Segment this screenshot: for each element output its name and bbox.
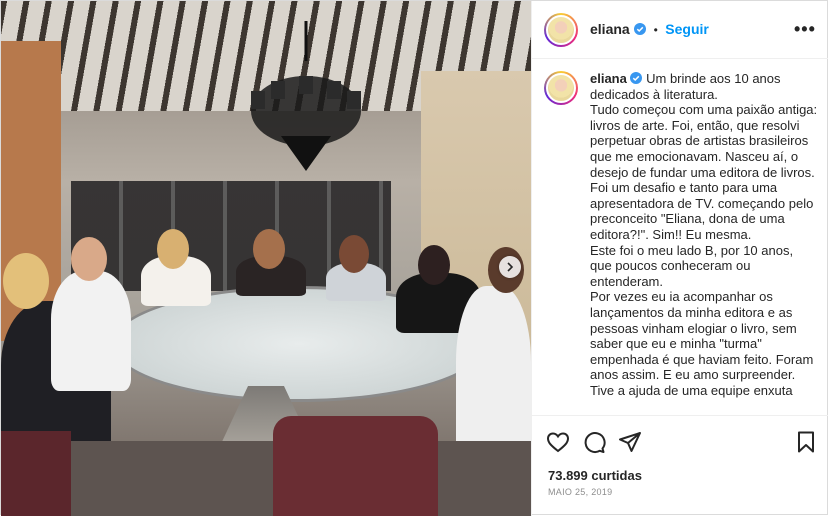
- caption-text: eliana Um brinde aos 10 anos dedicados à…: [590, 71, 818, 398]
- caption-username[interactable]: eliana: [590, 71, 627, 86]
- username-link[interactable]: eliana: [590, 21, 630, 37]
- avatar[interactable]: [544, 71, 578, 105]
- caption-area[interactable]: eliana Um brinde aos 10 anos dedicados à…: [532, 59, 828, 415]
- like-count[interactable]: 73.899 curtidas: [548, 468, 642, 483]
- heart-icon[interactable]: [546, 430, 570, 454]
- person-head: [71, 237, 107, 281]
- verified-badge-icon: [634, 23, 647, 35]
- caption-paragraph: Tudo começou com uma paixão antiga: livr…: [590, 102, 818, 180]
- floor: [1, 441, 531, 516]
- instagram-post: eliana • Seguir ••• eliana Um brinde aos…: [0, 0, 828, 516]
- person-head: [418, 245, 450, 285]
- chandelier: [251, 21, 361, 171]
- post-header: eliana • Seguir •••: [532, 1, 828, 59]
- share-icon[interactable]: [618, 430, 642, 454]
- person-head: [157, 229, 189, 269]
- chair: [1, 431, 71, 516]
- carousel-next-button[interactable]: [499, 256, 521, 278]
- caption-paragraph: Foi um desafio e tanto para uma apresent…: [590, 180, 814, 242]
- chair: [273, 416, 438, 516]
- post-photo[interactable]: [1, 1, 531, 516]
- caption-paragraph: Por vezes eu ia acompanhar os lançamento…: [590, 289, 814, 383]
- person: [51, 271, 131, 391]
- follow-button[interactable]: Seguir: [665, 21, 709, 37]
- comment-icon[interactable]: [582, 430, 606, 454]
- person-head: [3, 253, 49, 309]
- post-actions: 73.899 curtidas MAIO 25, 2019: [532, 415, 828, 516]
- avatar[interactable]: [544, 13, 578, 47]
- chevron-right-icon: [507, 262, 514, 272]
- more-options-icon[interactable]: •••: [794, 19, 816, 40]
- person-head: [253, 229, 285, 269]
- post-date[interactable]: MAIO 25, 2019: [548, 487, 612, 497]
- person-head: [339, 235, 369, 273]
- header-user-line: eliana • Seguir: [590, 21, 709, 39]
- caption-paragraph: Tive a ajuda de uma equipe enxuta: [590, 382, 793, 398]
- separator-dot: •: [653, 23, 658, 37]
- verified-badge-icon: [630, 72, 643, 84]
- post-sidebar: eliana • Seguir ••• eliana Um brinde aos…: [531, 1, 828, 516]
- caption-paragraph: Este foi o meu lado B, por 10 anos, que …: [590, 242, 794, 289]
- bookmark-icon[interactable]: [794, 430, 818, 454]
